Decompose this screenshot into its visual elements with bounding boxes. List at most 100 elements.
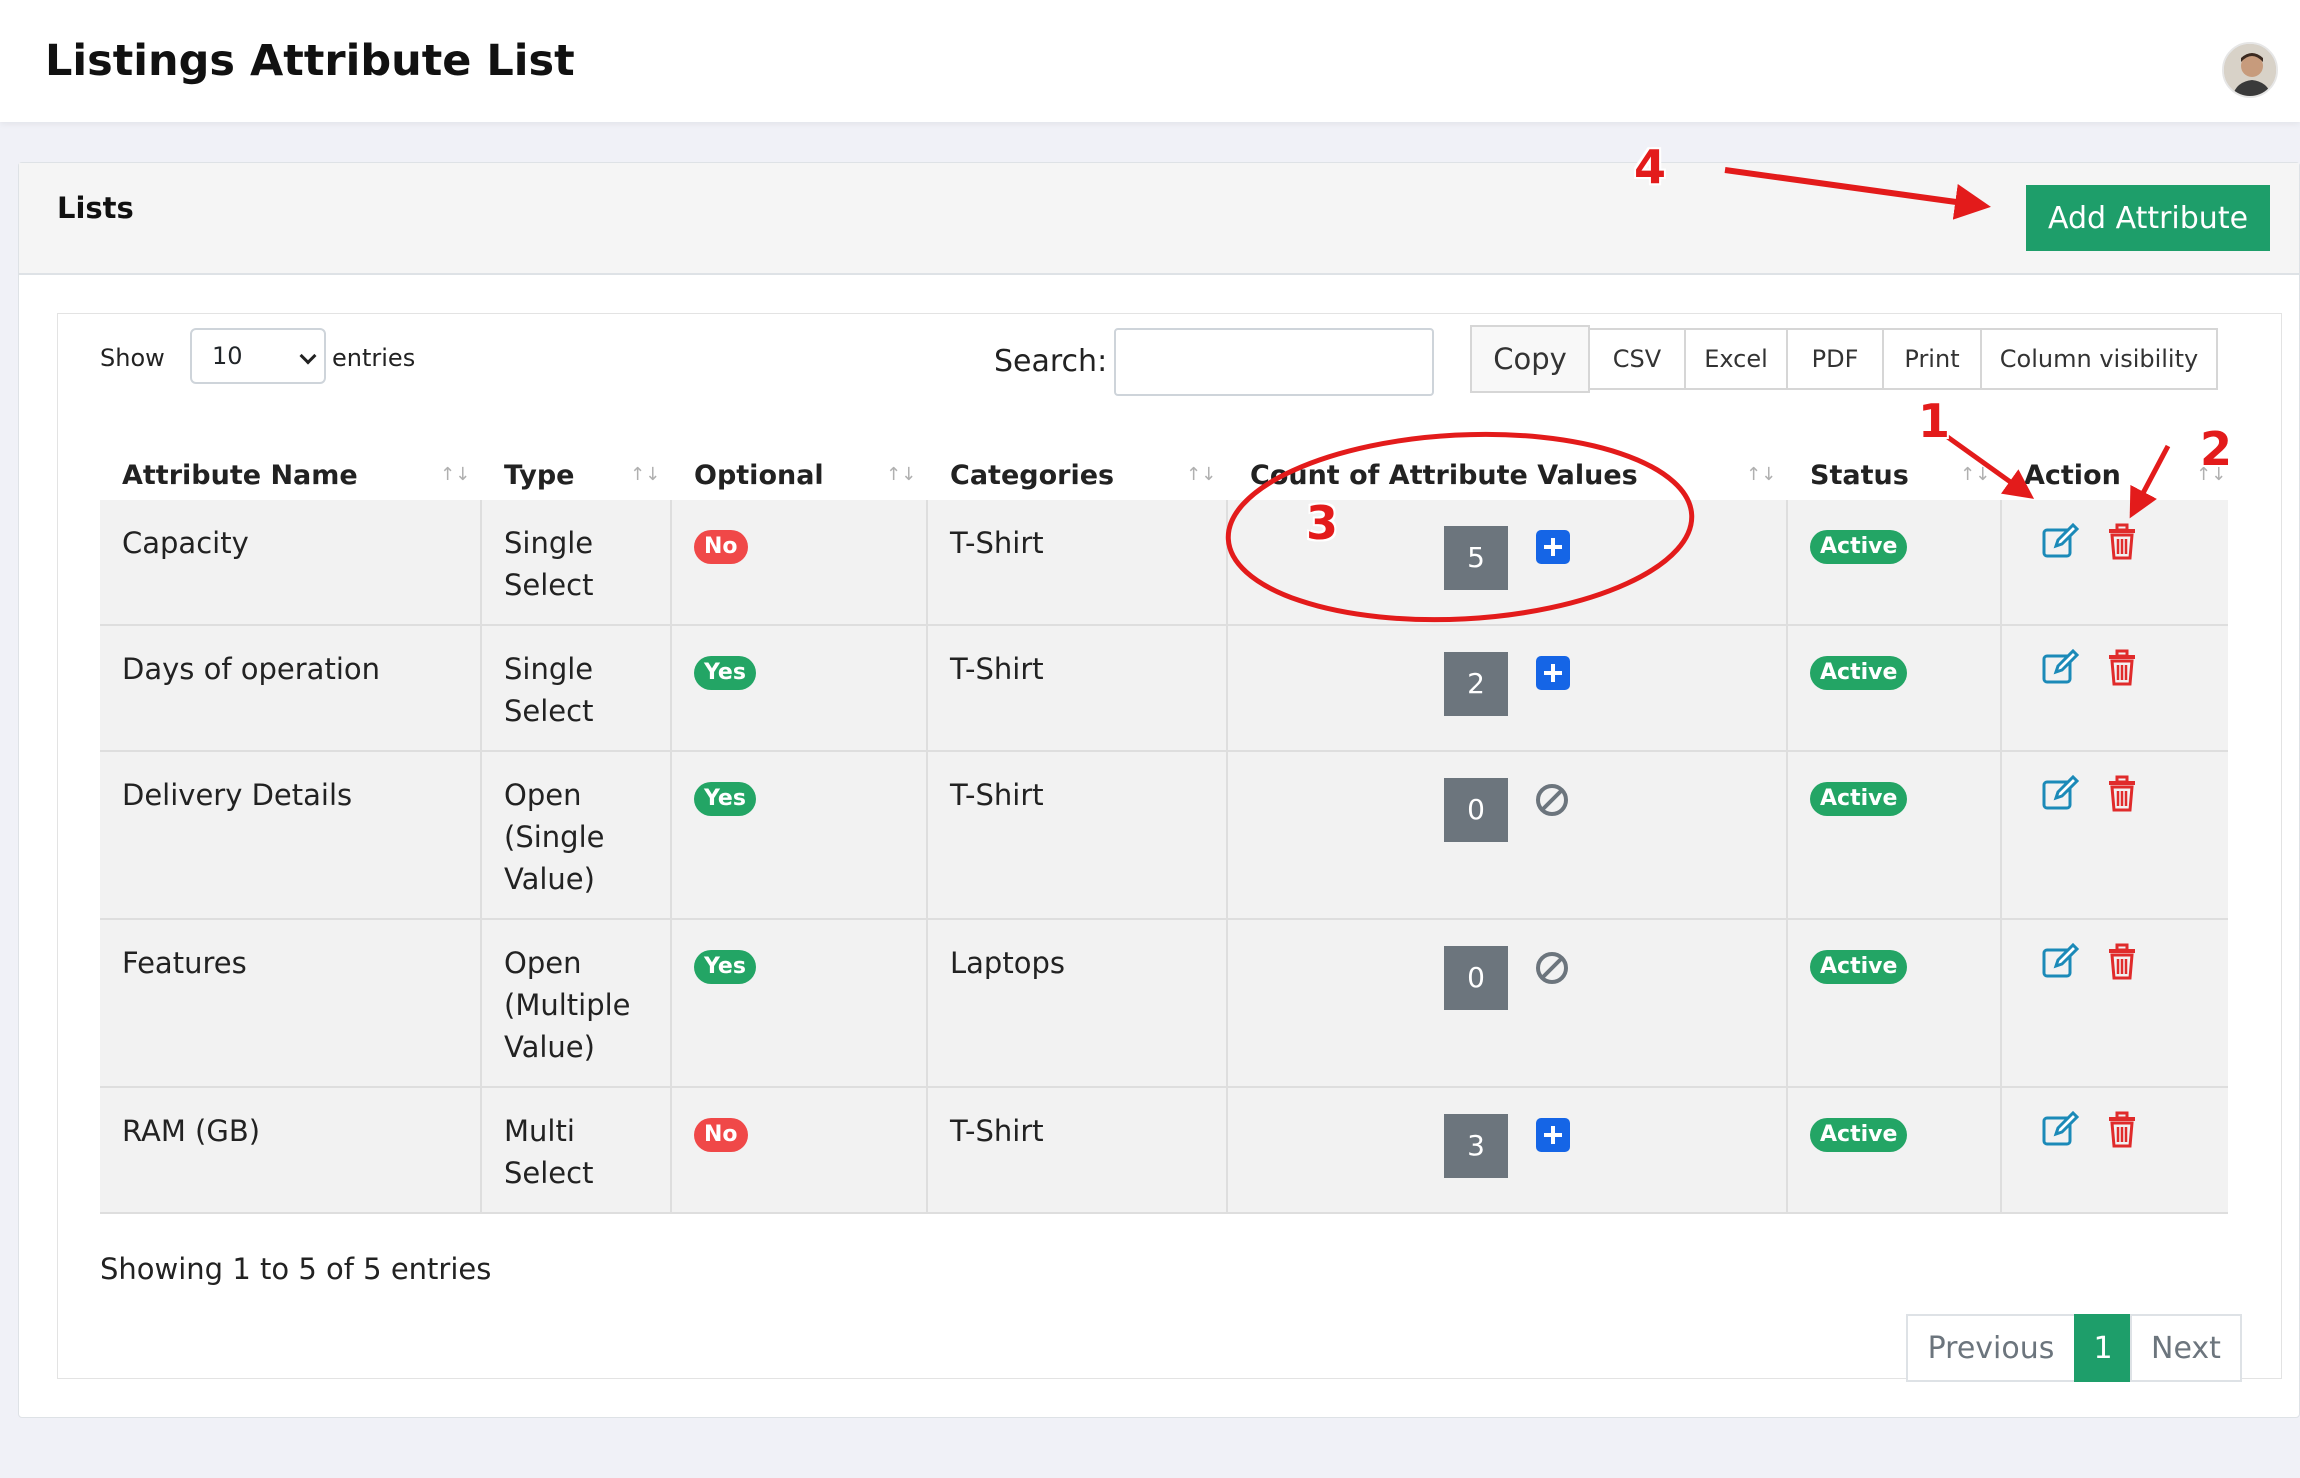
- lists-card: Lists Add Attribute Show 10 entries Sear…: [18, 162, 2300, 1418]
- header-action[interactable]: Action: [2002, 434, 2228, 500]
- cell-attribute-name: Features: [100, 920, 482, 1086]
- top-bar: Listings Attribute List: [0, 0, 2300, 122]
- status-badge: Active: [1810, 530, 1908, 564]
- cell-action: [2002, 920, 2228, 1086]
- card-header: Lists Add Attribute: [19, 163, 2299, 275]
- count-badge: 0: [1444, 946, 1508, 1010]
- cell-action: [2002, 752, 2228, 918]
- edit-icon[interactable]: [2040, 522, 2080, 562]
- datatable-wrapper: Show 10 entries Search: Copy CSV Excel P…: [57, 313, 2282, 1382]
- cell-category: Laptops: [928, 920, 1228, 1086]
- count-badge: 0: [1444, 778, 1508, 842]
- sort-icon: ↑↓: [1960, 464, 1991, 485]
- cell-type: Open (Multiple Value): [482, 920, 672, 1086]
- header-count[interactable]: Count of Attribute Values: [1228, 434, 1788, 500]
- attribute-name: Days of operation: [122, 652, 380, 686]
- optional-badge: Yes: [694, 950, 756, 984]
- column-visibility-button[interactable]: Column visibility: [1980, 328, 2218, 390]
- user-avatar[interactable]: [2222, 42, 2278, 98]
- cell-action: [2002, 500, 2228, 624]
- sort-icon: ↑↓: [1746, 464, 1777, 485]
- table-row: Features Open (Multiple Value) Yes Laptops 0…: [100, 920, 2228, 1088]
- excel-button[interactable]: Excel: [1684, 328, 1788, 390]
- annotation-marker-3: 3: [1306, 496, 1339, 550]
- annotation-marker-1: 1: [1918, 394, 1951, 448]
- copy-button[interactable]: Copy: [1470, 325, 1590, 393]
- cell-optional: Yes: [672, 752, 928, 918]
- category-name: T-Shirt: [950, 652, 1044, 686]
- cell-status: Active: [1788, 920, 2002, 1086]
- cell-category: T-Shirt: [928, 1088, 1228, 1212]
- attribute-type: Open (Single Value): [504, 778, 605, 896]
- status-badge: Active: [1810, 1118, 1908, 1152]
- ban-icon: [1536, 784, 1568, 816]
- trash-icon[interactable]: [2102, 942, 2142, 982]
- chevron-down-icon: [299, 347, 317, 365]
- cell-category: T-Shirt: [928, 752, 1228, 918]
- sort-icon: ↑↓: [886, 464, 917, 485]
- attribute-type: Single Select: [504, 526, 594, 602]
- table-info: Showing 1 to 5 of 5 entries: [100, 1252, 492, 1286]
- cell-count: 0: [1228, 920, 1788, 1086]
- cell-type: Single Select: [482, 500, 672, 624]
- cell-status: Active: [1788, 1088, 2002, 1212]
- cell-category: T-Shirt: [928, 500, 1228, 624]
- edit-icon[interactable]: [2040, 648, 2080, 688]
- table-row: RAM (GB) Multi Select No T-Shirt 3 Active: [100, 1088, 2228, 1214]
- header-categories[interactable]: Categories: [928, 434, 1228, 500]
- cell-status: Active: [1788, 500, 2002, 624]
- add-attribute-button[interactable]: Add Attribute: [2026, 185, 2270, 251]
- annotation-marker-2: 2: [2200, 422, 2233, 476]
- cell-count: 0: [1228, 752, 1788, 918]
- category-name: T-Shirt: [950, 526, 1044, 560]
- category-name: Laptops: [950, 946, 1065, 980]
- category-name: T-Shirt: [950, 1114, 1044, 1148]
- search-input[interactable]: [1114, 328, 1434, 396]
- attribute-type: Multi Select: [504, 1114, 594, 1190]
- print-button[interactable]: Print: [1882, 328, 1982, 390]
- count-badge: 3: [1444, 1114, 1508, 1178]
- next-button[interactable]: Next: [2130, 1314, 2242, 1382]
- trash-icon[interactable]: [2102, 774, 2142, 814]
- trash-icon[interactable]: [2102, 648, 2142, 688]
- trash-icon[interactable]: [2102, 1110, 2142, 1150]
- previous-button[interactable]: Previous: [1906, 1314, 2076, 1382]
- cell-action: [2002, 1088, 2228, 1212]
- edit-icon[interactable]: [2040, 1110, 2080, 1150]
- annotation-marker-4: 4: [1634, 140, 1667, 194]
- edit-icon[interactable]: [2040, 774, 2080, 814]
- attribute-type: Single Select: [504, 652, 594, 728]
- csv-button[interactable]: CSV: [1588, 328, 1686, 390]
- status-badge: Active: [1810, 950, 1908, 984]
- optional-badge: Yes: [694, 656, 756, 690]
- avatar-image: [2224, 44, 2276, 96]
- cell-count: 2: [1228, 626, 1788, 750]
- cell-attribute-name: RAM (GB): [100, 1088, 482, 1212]
- cell-type: Multi Select: [482, 1088, 672, 1212]
- export-buttons: Copy CSV Excel PDF Print Column visibili…: [1470, 325, 2218, 393]
- count-badge: 5: [1444, 526, 1508, 590]
- attribute-name: Delivery Details: [122, 778, 353, 812]
- sort-icon: ↑↓: [1186, 464, 1217, 485]
- page-size-value: 10: [212, 342, 243, 370]
- count-badge: 2: [1444, 652, 1508, 716]
- cell-optional: No: [672, 1088, 928, 1212]
- edit-icon[interactable]: [2040, 942, 2080, 982]
- show-label: Show: [100, 344, 165, 372]
- plus-square-icon[interactable]: [1536, 530, 1570, 564]
- cell-optional: Yes: [672, 920, 928, 1086]
- plus-square-icon[interactable]: [1536, 1118, 1570, 1152]
- optional-badge: Yes: [694, 782, 756, 816]
- page-1-button[interactable]: 1: [2074, 1314, 2132, 1382]
- cell-attribute-name: Capacity: [100, 500, 482, 624]
- table-row: Days of operation Single Select Yes T-Shirt…: [100, 626, 2228, 752]
- page-size-select[interactable]: 10: [190, 328, 326, 384]
- pdf-button[interactable]: PDF: [1786, 328, 1884, 390]
- plus-square-icon[interactable]: [1536, 656, 1570, 690]
- cell-status: Active: [1788, 752, 2002, 918]
- trash-icon[interactable]: [2102, 522, 2142, 562]
- page-title: Listings Attribute List: [45, 36, 575, 86]
- cell-action: [2002, 626, 2228, 750]
- table-row: Delivery Details Open (Single Value) Yes T-…: [100, 752, 2228, 920]
- header-attribute-name[interactable]: Attribute Name: [100, 434, 482, 500]
